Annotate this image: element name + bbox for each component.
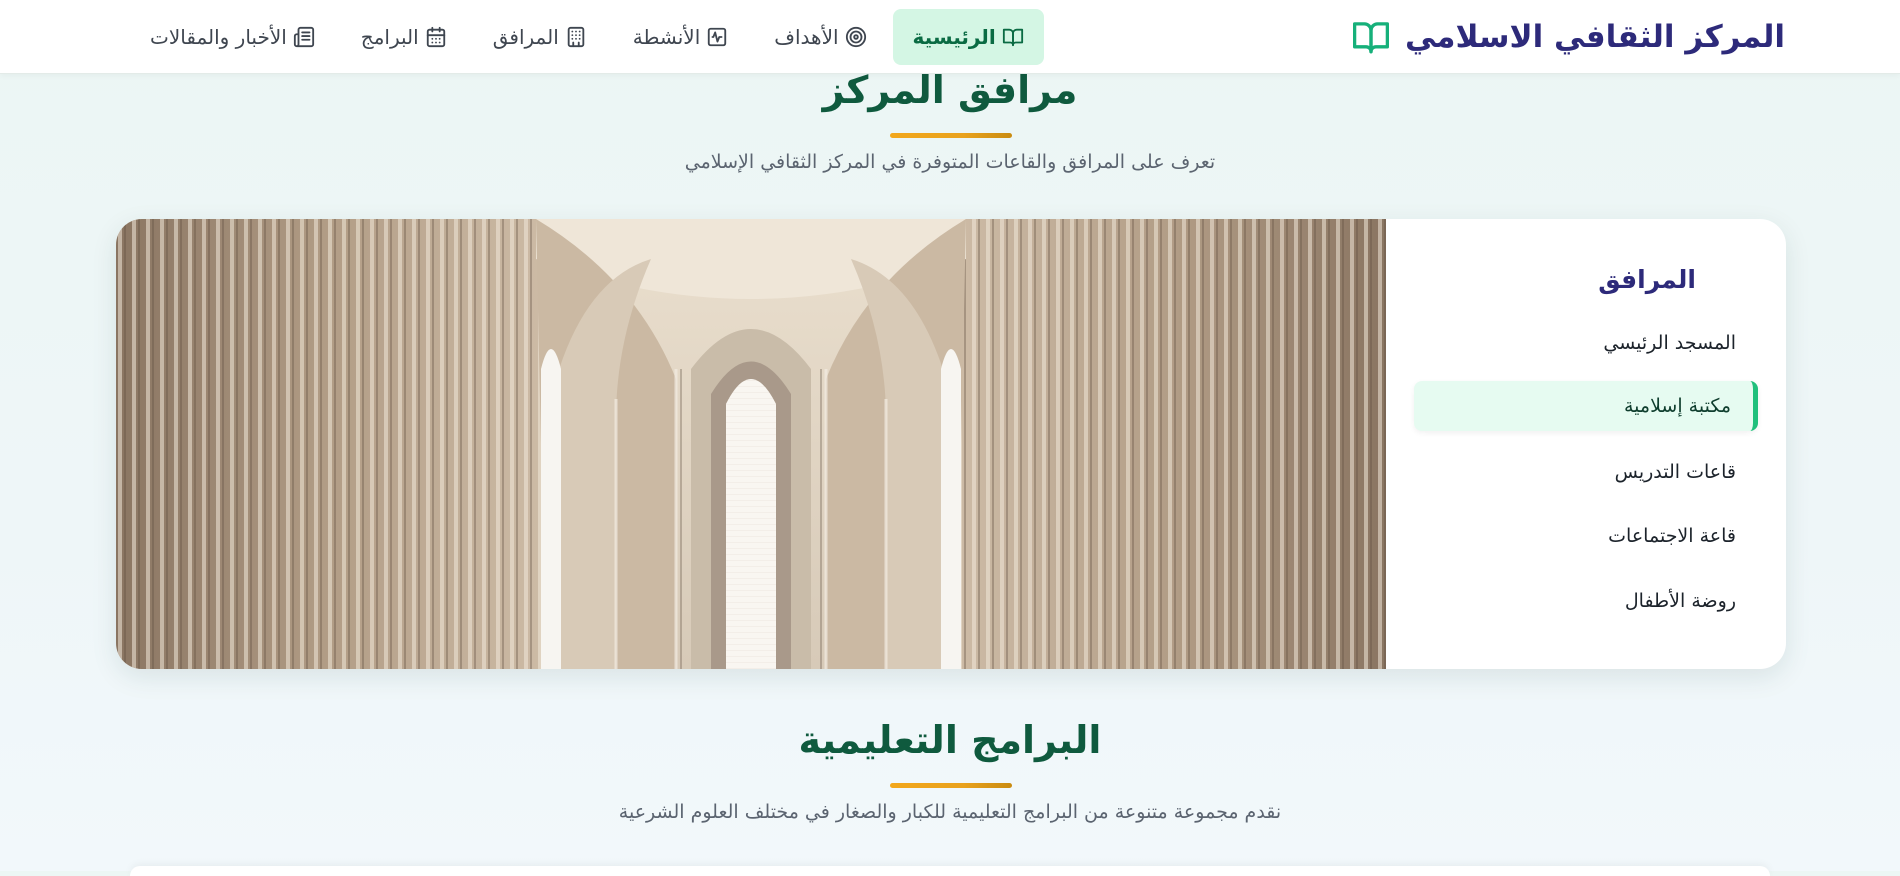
facility-item-islamic-library[interactable]: مكتبة إسلامية — [1414, 381, 1758, 431]
facility-item-meeting-hall[interactable]: قاعة الاجتماعات — [1414, 511, 1758, 561]
facilities-section-title: مرافق المركز — [822, 68, 1078, 112]
book-open-icon — [1002, 26, 1024, 48]
nav-item-news[interactable]: الأخبار والمقالات — [130, 9, 335, 65]
facility-item-kindergarten[interactable]: روضة الأطفال — [1414, 576, 1758, 626]
nav-item-label: الرئيسية — [912, 25, 996, 49]
nav-item-home[interactable]: الرئيسية — [892, 9, 1044, 65]
main-nav: الأخبار والمقالات البرامج المرافق الأنشط… — [130, 9, 1044, 65]
newspaper-icon — [293, 26, 315, 48]
building-icon — [565, 26, 587, 48]
nav-item-activities[interactable]: الأنشطة — [613, 9, 749, 65]
brand-name[interactable]: المركز الثقافي الاسلامي — [1405, 19, 1785, 55]
nav-item-goals[interactable]: الأهداف — [754, 9, 886, 65]
nav-item-label: الأهداف — [774, 25, 839, 49]
facilities-sidebar-title: المرافق — [1598, 265, 1696, 294]
facilities-sidebar: المرافق المسجد الرئيسي مكتبة إسلامية قاع… — [1386, 219, 1786, 669]
calendar-icon — [425, 26, 447, 48]
programs-section-title: البرامج التعليمية — [798, 718, 1102, 762]
brand[interactable]: المركز الثقافي الاسلامي — [1351, 14, 1785, 60]
facility-item-main-mosque[interactable]: المسجد الرئيسي — [1414, 318, 1758, 368]
facilities-card: المرافق المسجد الرئيسي مكتبة إسلامية قاع… — [116, 219, 1786, 669]
facility-item-classrooms[interactable]: قاعات التدريس — [1414, 447, 1758, 497]
programs-section-subtitle: نقدم مجموعة متنوعة من البرامج التعليمية … — [618, 801, 1282, 823]
arched-hall-interior-image — [116, 219, 1386, 669]
nav-item-label: الأخبار والمقالات — [150, 25, 287, 49]
nav-item-label: البرامج — [360, 25, 419, 49]
activity-icon — [706, 26, 728, 48]
programs-card-edge — [130, 866, 1770, 876]
site-header: المركز الثقافي الاسلامي الأخبار والمقالا… — [0, 0, 1900, 74]
open-book-icon — [1351, 19, 1391, 55]
title-underline — [890, 133, 1012, 138]
nav-item-label: المرافق — [492, 25, 559, 49]
nav-item-programs[interactable]: البرامج — [341, 9, 467, 65]
nav-item-label: الأنشطة — [632, 25, 701, 49]
title-underline — [890, 783, 1012, 788]
facilities-section-subtitle: تعرف على المرافق والقاعات المتوفرة في ال… — [684, 151, 1216, 173]
nav-item-facilities[interactable]: المرافق — [473, 9, 607, 65]
target-icon — [845, 26, 867, 48]
